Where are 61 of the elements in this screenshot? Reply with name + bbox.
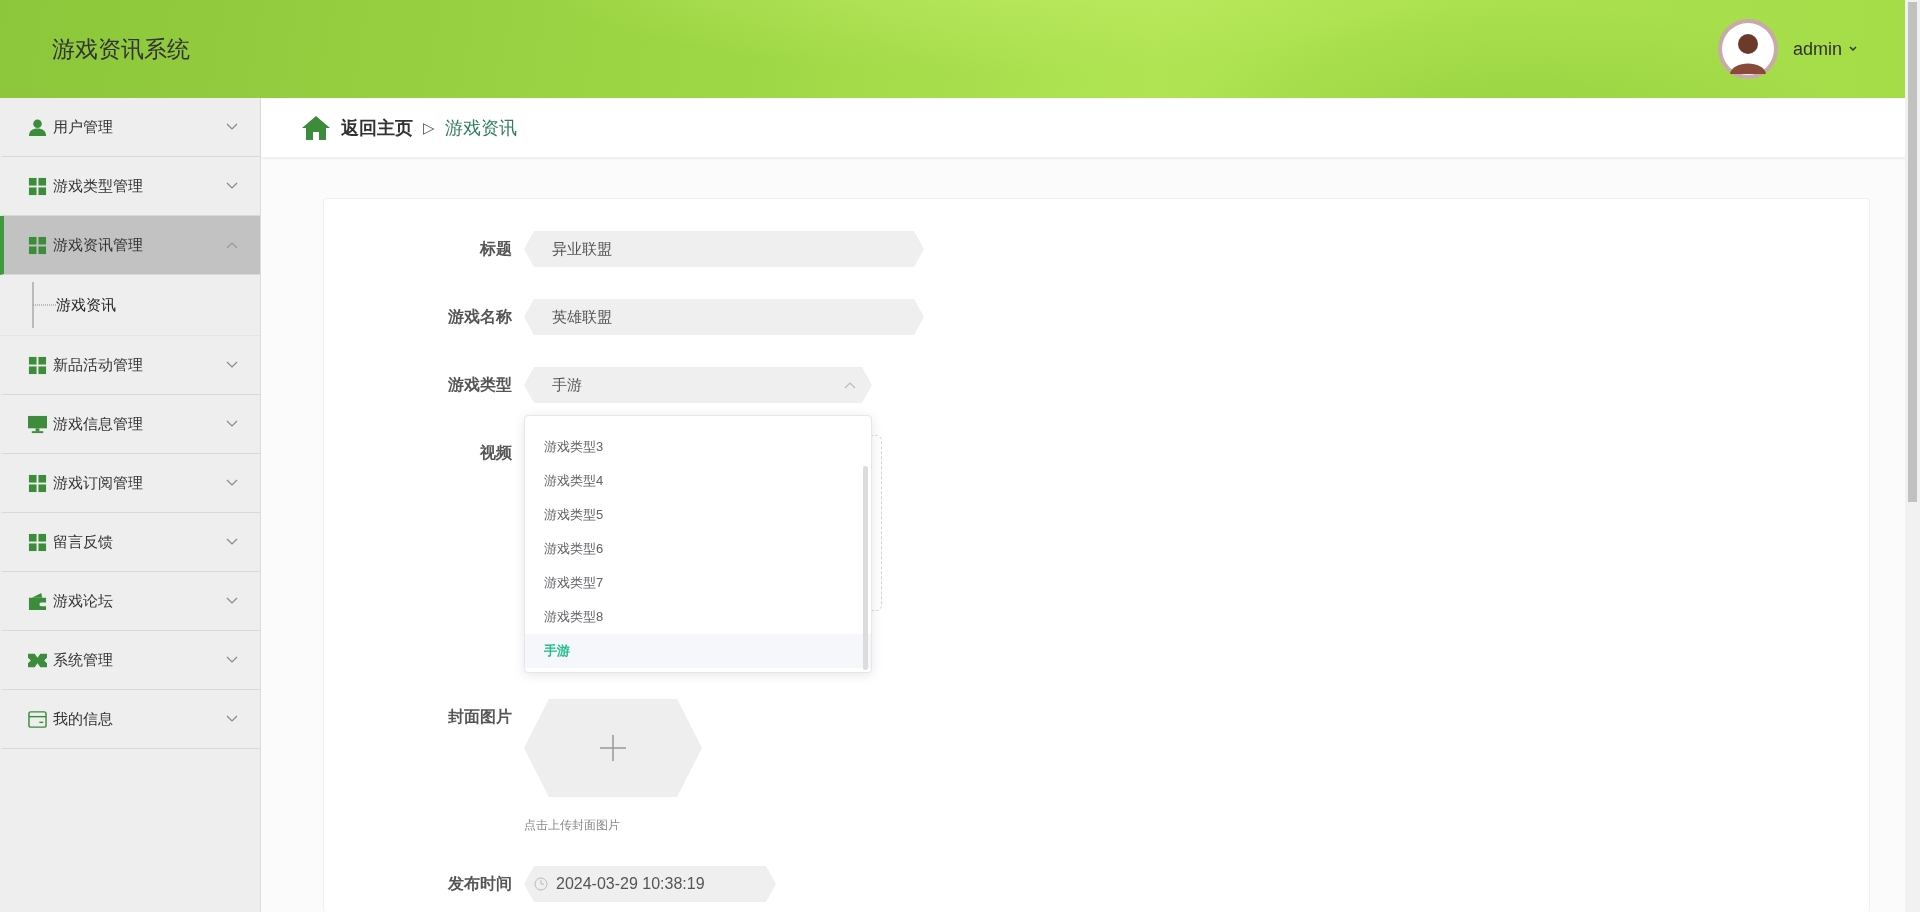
grid-icon [28, 235, 47, 255]
sidebar-item[interactable]: 留言反馈 [0, 513, 260, 572]
field-label: 游戏名称 [447, 307, 513, 327]
sidebar-item[interactable]: 我的信息 [0, 690, 260, 749]
sidebar-subitem[interactable]: 游戏资讯 [56, 295, 116, 315]
sidebar-item[interactable]: 游戏论坛 [0, 572, 260, 631]
sidebar-item[interactable]: 游戏订阅管理 [0, 454, 260, 513]
breadcrumb-separator: ▷ [423, 118, 435, 137]
breadcrumb-current: 游戏资讯 [444, 116, 517, 140]
field-label: 游戏类型 [447, 375, 513, 395]
chevron-down-icon [226, 182, 238, 190]
home-link[interactable]: 返回主页 [341, 115, 413, 140]
user-icon [28, 117, 47, 137]
date-field[interactable]: 2024-03-29 10:38:19 [524, 866, 776, 902]
chevron-down-icon [226, 656, 238, 664]
sidebar-item[interactable]: 新品活动管理 [0, 336, 260, 395]
app-title: 游戏资讯系统 [52, 34, 190, 64]
chevron-up-icon [844, 381, 856, 389]
sidebar-item[interactable]: 用户管理 [0, 98, 260, 157]
home-icon[interactable] [301, 114, 331, 141]
dropdown-option[interactable]: 游戏类型7 [525, 566, 871, 600]
text-field[interactable]: 异业联盟 [524, 231, 924, 267]
select-field[interactable]: 手游 [524, 367, 872, 403]
chevron-down-icon [226, 123, 238, 131]
clock-icon [534, 877, 548, 891]
chevron-down-icon [226, 479, 238, 487]
card-icon [28, 709, 47, 729]
dropdown-option[interactable]: 游戏类型8 [525, 600, 871, 634]
text-field[interactable]: 英雄联盟 [524, 299, 924, 335]
dropdown-option[interactable]: 游戏类型3 [525, 430, 871, 464]
scrollbar-thumb[interactable] [1908, 2, 1917, 502]
dropdown-option[interactable]: 游戏类型5 [525, 498, 871, 532]
chevron-down-icon[interactable] [1848, 44, 1858, 54]
chevron-down-icon [226, 420, 238, 428]
avatar[interactable] [1716, 18, 1779, 80]
grid-icon [28, 176, 47, 196]
scrollbar[interactable] [1905, 0, 1920, 912]
sidebar-item[interactable]: 游戏资讯管理 [0, 216, 260, 275]
username[interactable]: admin [1792, 38, 1842, 60]
chevron-down-icon [226, 715, 238, 723]
chevron-down-icon [226, 538, 238, 546]
plus-icon [598, 733, 628, 763]
field-label: 封面图片 [447, 707, 513, 727]
upload-hint: 点击上传封面图片 [524, 817, 621, 834]
monitor-icon [28, 414, 47, 434]
chevron-up-icon [226, 241, 238, 249]
dropdown-option[interactable]: 游戏类型4 [525, 464, 871, 498]
grid-icon [28, 532, 47, 552]
field-label: 发布时间 [447, 874, 513, 894]
tree-line-icon [32, 282, 56, 328]
dropdown-option[interactable]: 游戏类型6 [525, 532, 871, 566]
sidebar-item[interactable]: 游戏信息管理 [0, 395, 260, 454]
scrollbar-thumb[interactable] [863, 466, 868, 670]
field-label: 视频 [479, 443, 513, 463]
chevron-down-icon [226, 361, 238, 369]
grid-icon [28, 473, 47, 493]
chevron-down-icon [226, 597, 238, 605]
wallet-icon [28, 591, 47, 611]
sidebar-item[interactable]: 系统管理 [0, 631, 260, 690]
grid-icon [28, 355, 47, 375]
field-label: 标题 [478, 239, 513, 259]
